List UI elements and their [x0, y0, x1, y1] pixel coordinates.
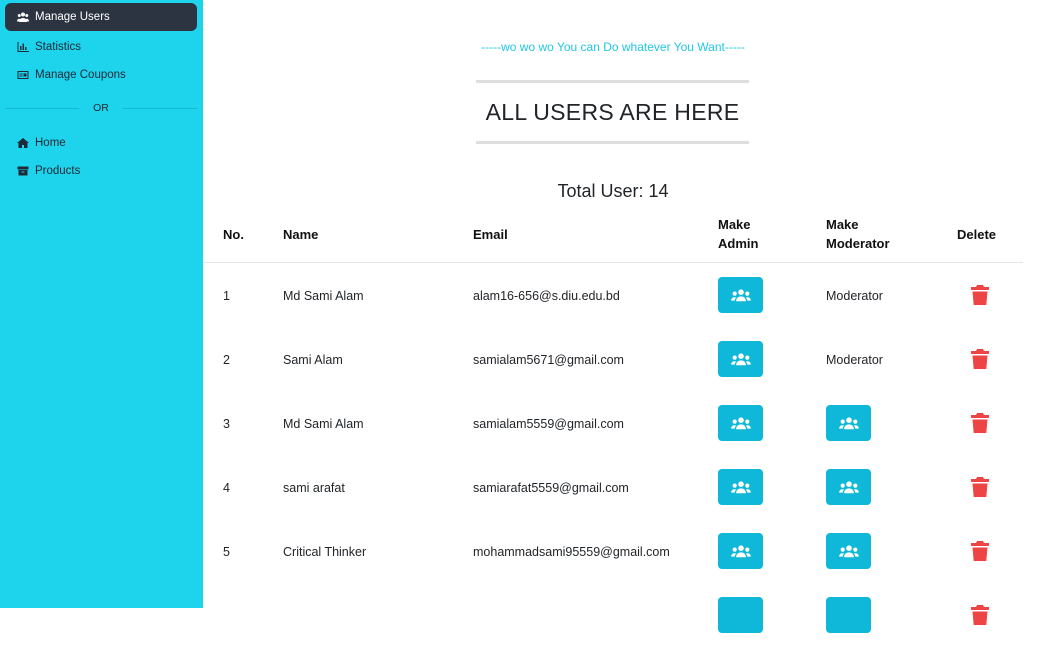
trash-icon [971, 413, 989, 433]
row-email: alam16-656@s.diu.edu.bd [473, 289, 620, 303]
trash-icon [971, 349, 989, 369]
col-make-moderator: Make Moderator [826, 215, 890, 253]
make-admin-button[interactable] [718, 341, 763, 377]
sidebar-item-manage-coupons[interactable]: Manage Coupons [5, 61, 197, 89]
col-make-admin-line1: Make [718, 217, 751, 232]
users-icon [730, 289, 751, 302]
delete-button[interactable] [971, 477, 989, 497]
divider-label: OR [93, 102, 109, 114]
row-email: mohammadsami95559@gmail.com [473, 545, 670, 559]
page-title: ALL USERS ARE HERE [476, 80, 749, 144]
table-row: 2 Sami Alam samialam5671@gmail.com Moder… [203, 327, 1042, 391]
users-icon [838, 545, 859, 558]
tagline: -----wo wo wo You can Do whatever You Wa… [481, 40, 745, 54]
delete-button[interactable] [971, 413, 989, 433]
delete-button[interactable] [971, 349, 989, 369]
make-moderator-button[interactable] [826, 405, 871, 441]
row-name: Sami Alam [283, 353, 343, 367]
sidebar-item-label: Statistics [35, 41, 82, 53]
col-name: Name [283, 227, 319, 242]
trash-icon [971, 605, 989, 625]
make-admin-button[interactable] [718, 469, 763, 505]
sidebar-item-manage-users[interactable]: Manage Users [5, 3, 197, 31]
users-icon [730, 545, 751, 558]
col-make-moderator-line1: Make [826, 217, 859, 232]
col-delete: Delete [957, 227, 997, 242]
col-email: Email [473, 227, 508, 242]
main-content: -----wo wo wo You can Do whatever You Wa… [203, 0, 1042, 633]
delete-button[interactable] [971, 285, 989, 305]
total-users: Total User: 14 [557, 181, 669, 201]
make-moderator-button[interactable] [826, 469, 871, 505]
sidebar-item-label: Manage Users [35, 11, 110, 23]
row-email: samialam5671@gmail.com [473, 353, 624, 367]
moderator-status: Moderator [826, 289, 883, 303]
table-row: 4 sami arafat samiarafat5559@gmail.com [203, 455, 1042, 519]
make-admin-button[interactable] [718, 277, 763, 313]
make-moderator-button[interactable] [826, 597, 871, 633]
col-make-admin-line2: Admin [718, 236, 759, 251]
sidebar-item-home[interactable]: Home [5, 129, 197, 157]
delete-button[interactable] [971, 541, 989, 561]
sidebar-divider: OR [5, 100, 197, 116]
sidebar-item-label: Manage Coupons [35, 69, 126, 81]
trash-icon [971, 285, 989, 305]
users-icon [838, 481, 859, 494]
col-no: No. [223, 227, 244, 242]
table-row [203, 583, 1042, 647]
row-email: samialam5559@gmail.com [473, 417, 624, 431]
row-number: 5 [223, 545, 230, 559]
row-name: Md Sami Alam [283, 417, 364, 431]
row-name: sami arafat [283, 481, 345, 495]
col-make-moderator-line2: Moderator [826, 236, 890, 251]
col-make-admin: Make Admin [718, 215, 758, 253]
sidebar-item-label: Home [35, 137, 66, 149]
row-email: samiarafat5559@gmail.com [473, 481, 629, 495]
trash-icon [971, 541, 989, 561]
trash-icon [971, 477, 989, 497]
sidebar-item-products[interactable]: Products [5, 157, 197, 185]
table-row: 3 Md Sami Alam samialam5559@gmail.com [203, 391, 1042, 455]
moderator-status: Moderator [826, 353, 883, 367]
make-admin-button[interactable] [718, 533, 763, 569]
table-row: 1 Md Sami Alam alam16-656@s.diu.edu.bd M… [203, 263, 1042, 327]
make-moderator-button[interactable] [826, 533, 871, 569]
users-icon [730, 353, 751, 366]
users-icon [730, 417, 751, 430]
make-admin-button[interactable] [718, 405, 763, 441]
sidebar: Manage Users Statistics Manage Coupons O… [0, 0, 203, 608]
bar-chart-icon [17, 41, 29, 53]
sidebar-item-label: Products [35, 165, 81, 177]
row-number: 2 [223, 353, 230, 367]
row-name: Critical Thinker [283, 545, 367, 559]
row-name: Md Sami Alam [283, 289, 364, 303]
divider-line [122, 107, 197, 109]
row-number: 1 [223, 289, 230, 303]
divider-line [5, 107, 80, 109]
coupon-icon [17, 69, 29, 81]
users-icon [838, 417, 859, 430]
users-icon [730, 481, 751, 494]
sidebar-item-statistics[interactable]: Statistics [5, 33, 197, 61]
delete-button[interactable] [971, 605, 989, 625]
make-admin-button[interactable] [718, 597, 763, 633]
home-icon [17, 137, 29, 149]
box-icon [17, 165, 29, 177]
row-number: 3 [223, 417, 230, 431]
row-number: 4 [223, 481, 230, 495]
users-icon [17, 11, 29, 23]
table-row: 5 Critical Thinker mohammadsami95559@gma… [203, 519, 1042, 583]
